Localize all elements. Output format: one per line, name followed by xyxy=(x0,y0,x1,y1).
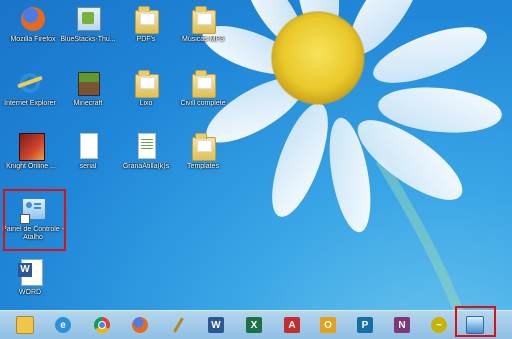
taskbar-word[interactable]: W xyxy=(203,314,229,336)
taskbar: e W X A O P N ~ xyxy=(0,310,512,339)
acrobat-icon: A xyxy=(284,317,300,333)
folder-icon xyxy=(188,131,218,161)
folder-icon xyxy=(131,4,161,34)
minecraft-icon xyxy=(73,68,103,98)
desktop-icon-label: Músicas MP3 xyxy=(181,36,224,43)
onenote-icon: N xyxy=(394,317,410,333)
desktop-icon-civill-complete[interactable]: Civill complete xyxy=(172,68,234,108)
desktop-icon-label: Minecraft xyxy=(73,100,103,107)
desktop-icon-templates[interactable]: Templates xyxy=(172,131,234,171)
desktop-icon-label: BlueStacks-Thu... xyxy=(60,36,116,43)
taskbar-internet-explorer[interactable]: e xyxy=(50,314,76,336)
taskbar-publisher[interactable]: P xyxy=(352,314,378,336)
spreadsheet-file-icon xyxy=(131,131,161,161)
folder-icon xyxy=(188,68,218,98)
desktop-icon-minecraft[interactable]: Minecraft xyxy=(57,68,119,108)
desktop-icon-bluestacks[interactable]: BlueStacks-Thu... xyxy=(57,4,119,44)
highlight-box-control-panel xyxy=(3,189,66,251)
desktop-icon-internet-explorer[interactable]: Internet Explorer xyxy=(0,68,61,108)
highlight-box-taskbar-control-panel xyxy=(455,306,496,337)
internet-explorer-icon: e xyxy=(55,317,71,333)
publisher-icon: P xyxy=(357,317,373,333)
internet-explorer-icon xyxy=(15,68,45,98)
taskbar-winamp[interactable]: ~ xyxy=(426,314,452,336)
firefox-icon xyxy=(132,317,148,333)
excel-icon: X xyxy=(246,317,262,333)
desktop-icon-label: Internet Explorer xyxy=(4,100,56,107)
desktop[interactable]: Mozilla Firefox Internet Explorer Knight… xyxy=(0,0,512,339)
taskbar-chrome[interactable] xyxy=(89,314,115,336)
desktop-icon-knight-online[interactable]: Knight Online ... xyxy=(0,131,62,171)
desktop-icon-firefox[interactable]: Mozilla Firefox xyxy=(2,4,64,44)
taskbar-outlook[interactable]: O xyxy=(315,314,341,336)
winamp-icon: ~ xyxy=(431,317,447,333)
taskbar-file-explorer[interactable] xyxy=(12,314,38,336)
desktop-icon-label: Lixo xyxy=(139,100,153,107)
taskbar-broom-tool[interactable] xyxy=(165,314,191,336)
outlook-icon: O xyxy=(320,317,336,333)
desktop-icon-grana[interactable]: GranaAtilla(k)s xyxy=(115,131,177,171)
desktop-icon-label: Knight Online ... xyxy=(6,163,56,170)
desktop-icon-lixo[interactable]: Lixo xyxy=(115,68,177,108)
broom-tool-icon xyxy=(170,317,186,333)
taskbar-acrobat[interactable]: A xyxy=(279,314,305,336)
desktop-icon-label: PDF's xyxy=(136,36,156,43)
desktop-icon-label: Civill complete xyxy=(180,100,226,107)
text-file-icon xyxy=(73,131,103,161)
desktop-icon-serial[interactable]: serial xyxy=(57,131,119,171)
firefox-icon xyxy=(18,4,48,34)
desktop-icon-musicas-mp3[interactable]: Músicas MP3 xyxy=(172,4,234,44)
folder-icon xyxy=(188,4,218,34)
word-icon: W xyxy=(208,317,224,333)
taskbar-firefox[interactable] xyxy=(127,314,153,336)
word-shortcut-icon: W xyxy=(15,257,45,287)
file-explorer-icon xyxy=(16,316,34,334)
taskbar-onenote[interactable]: N xyxy=(389,314,415,336)
desktop-icon-word[interactable]: W WORD xyxy=(0,257,61,297)
folder-icon xyxy=(131,68,161,98)
desktop-icon-label: WORD xyxy=(18,289,42,296)
knight-online-icon xyxy=(16,131,46,161)
taskbar-excel[interactable]: X xyxy=(241,314,267,336)
chrome-icon xyxy=(94,317,110,333)
desktop-icon-label: serial xyxy=(79,163,97,170)
bluestacks-icon xyxy=(73,4,103,34)
desktop-icon-pdfs[interactable]: PDF's xyxy=(115,4,177,44)
desktop-icon-label: Templates xyxy=(187,163,219,170)
desktop-icon-label: GranaAtilla(k)s xyxy=(122,163,170,170)
desktop-icon-label: Mozilla Firefox xyxy=(10,36,56,43)
